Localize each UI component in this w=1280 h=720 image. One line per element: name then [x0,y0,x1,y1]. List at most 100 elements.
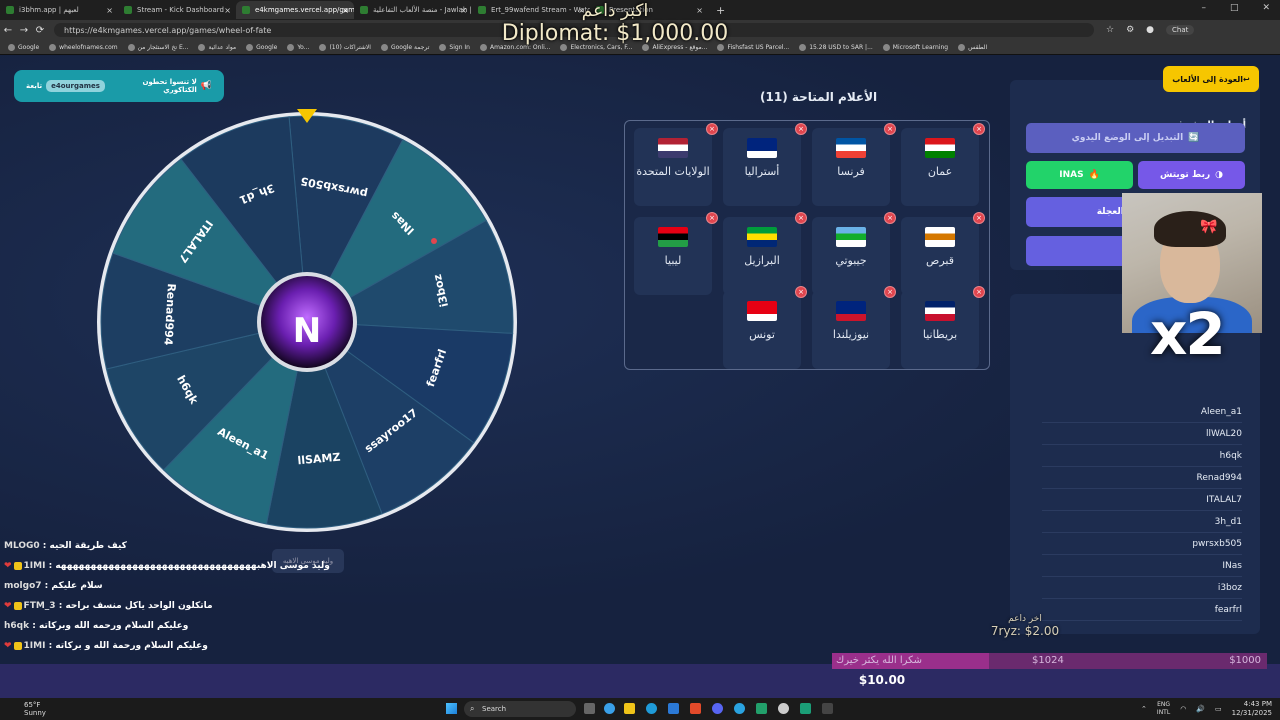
task-view-icon[interactable] [584,703,595,714]
wifi-icon[interactable]: ◠ [1180,705,1186,713]
capture-icon[interactable] [822,703,833,714]
reload-icon[interactable]: ⟳ [32,25,48,36]
bookmark-item[interactable]: الطقس [958,43,987,51]
twitch-label: ربط تويتش [1160,170,1211,180]
flag-card[interactable]: قبرص × [901,212,985,295]
bookmark-item[interactable]: Sign In [439,43,470,51]
browser-tab[interactable]: Stream - Kick Dashboard × [118,1,236,19]
bookmark-label: Google [18,43,40,51]
browser-tab[interactable]: e4kmgames.vercel.app/games/wh...× [236,1,354,19]
close-tab-icon[interactable]: × [106,6,113,15]
twitch-connect-button[interactable]: ◑ ربط تويتش [1138,161,1245,189]
telegram-icon[interactable] [734,703,745,714]
close-tab-icon[interactable]: × [342,6,349,15]
wheel-hub-letter: N [293,311,321,351]
remove-flag-button[interactable]: × [795,123,807,135]
flag-card[interactable]: نيوزيلندا × [812,286,896,369]
bookmark-item[interactable]: Microsoft Learning [882,43,948,51]
volume-icon[interactable]: 🔊 [1196,705,1205,713]
remove-flag-button[interactable]: × [706,123,718,135]
chat-message: ❤ 1IMI : وعليكم السلام ورحمة الله و بركات… [4,641,208,651]
flag-card[interactable]: عمان × [901,123,985,206]
flag-label: البرازيل [744,254,780,267]
remove-flag-button[interactable]: × [973,286,985,298]
close-tab-icon[interactable]: × [460,6,467,15]
flags-title: الأعلام المتاحة (11) [760,90,878,104]
edge-icon[interactable] [646,703,657,714]
browser-tab[interactable]: منصة الألعاب التفاعلية - Jawlah | جولة× [354,1,472,19]
minimize-icon[interactable]: – [1201,3,1206,13]
remove-flag-button[interactable]: × [884,212,896,224]
bookmark-item[interactable]: Google [246,43,277,51]
bookmark-item[interactable]: (10) الاشتراكات [319,43,371,51]
extensions-icon[interactable]: ⚙ [1126,25,1134,35]
forward-icon[interactable]: → [16,25,32,36]
clock-date: 12/31/2025 [1231,709,1272,717]
kick-connect-button[interactable]: 🔥 INAS [1026,161,1133,189]
goal-target: $1000 [1229,655,1261,666]
heart-badge-icon: ❤ [4,641,12,651]
tab-title: Stream - Kick Dashboard [137,6,224,14]
bookmark-item[interactable]: تخ الاستئجار من E... [127,43,188,51]
sub-badge-icon [13,561,22,570]
bookmark-favicon-icon [799,43,807,51]
wheel-of-fate[interactable]: pwrsxb505INasi3bozfearfrlssayroo17llSAMZ… [94,109,520,535]
bookmark-label: Sign In [449,43,470,51]
flag-card[interactable]: فرنسا × [812,123,896,206]
obs-icon[interactable] [778,703,789,714]
close-tab-icon[interactable]: × [224,6,231,15]
chat-button[interactable]: Chat [1166,25,1195,35]
windows-start-icon[interactable] [446,703,457,714]
profile-icon[interactable]: ● [1146,25,1154,35]
flag-card[interactable]: تونس × [723,286,807,369]
star-icon[interactable]: ☆ [1106,25,1114,35]
bookmark-item[interactable]: Google ترجمة [380,43,429,51]
remove-flag-button[interactable]: × [973,123,985,135]
flag-card[interactable]: البرازيل × [723,212,807,295]
copilot-icon[interactable] [604,703,615,714]
file-explorer-icon[interactable] [624,703,635,714]
bookmark-item[interactable]: wheelofnames.com [49,43,118,51]
donation-total: $10.00 [858,673,906,687]
weather-widget[interactable]: 65°F Sunny [24,701,46,717]
remove-flag-button[interactable]: × [795,286,807,298]
back-to-games-button[interactable]: ↩ العودة إلى الألعاب [1163,66,1259,92]
language-indicator[interactable]: ENG INTL [1157,701,1170,717]
chat-username: 1IMI [23,561,46,571]
clock[interactable]: 4:43 PM 12/31/2025 [1232,700,1272,718]
goal-current: $1024 [1032,655,1064,666]
tray-chevron-icon[interactable]: ⌃ [1141,705,1147,713]
bookmark-item[interactable]: Yo... [287,43,309,51]
maximize-icon[interactable]: □ [1230,3,1239,13]
back-icon[interactable]: ← [0,25,16,36]
store-icon[interactable] [668,703,679,714]
remove-flag-button[interactable]: × [884,123,896,135]
flag-card[interactable]: جيبوتي × [812,212,896,295]
flag-card[interactable]: الولايات المتحدة × [634,123,718,206]
bookmark-favicon-icon [49,43,57,51]
bookmark-item[interactable]: 15.28 USD to SAR |... [799,43,873,51]
browser-tab[interactable]: i3bhm.app | لعبهم × [0,1,118,19]
discord-icon[interactable] [712,703,723,714]
remove-flag-button[interactable]: × [706,212,718,224]
bookmark-item[interactable]: مواد عدائية [198,43,236,51]
manual-mode-button[interactable]: 🔄 التبديل إلى الوضع اليدوي [1026,123,1245,153]
clock-time: 4:43 PM [1243,700,1272,708]
remove-flag-button[interactable]: × [884,286,896,298]
back-arrow-icon: ↩ [1243,74,1250,84]
battery-icon[interactable]: ▭ [1215,705,1222,713]
bookmark-item[interactable]: Google [8,43,40,51]
remove-flag-button[interactable]: × [973,212,985,224]
flag-card[interactable]: أستراليا × [723,123,807,206]
kick-app-icon[interactable] [800,703,811,714]
tab-favicon-icon [242,6,250,14]
flag-card[interactable]: ليبيا × [634,212,718,295]
brave-icon[interactable] [690,703,701,714]
player-row: ITALAL7 [1042,489,1242,511]
chat-username: FTM_3 [23,601,56,611]
taskbar-search[interactable]: Search [464,701,576,717]
flag-card[interactable]: بريطانيا × [901,286,985,369]
remove-flag-button[interactable]: × [795,212,807,224]
close-window-icon[interactable]: ✕ [1262,3,1270,13]
app-icon[interactable] [756,703,767,714]
